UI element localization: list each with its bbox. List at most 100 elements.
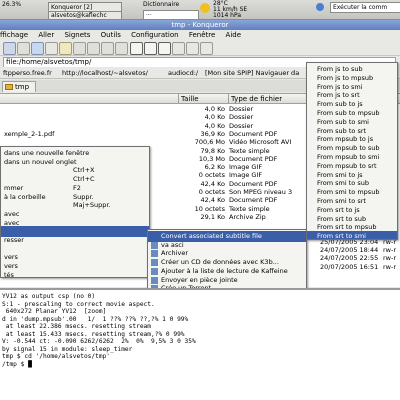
bookmark-audiocd[interactable]: audiocd:/ [168,67,198,78]
file-type: Document PDF [229,179,278,188]
bookmark-ftpperso[interactable]: ftpperso.free.fr [3,67,52,78]
terminal-line: at least 15.433 msecs. resetting stream,… [2,330,185,338]
tab-tmp[interactable]: tmp [2,81,36,92]
run-command-input[interactable]: Exécuter la comm [330,2,400,13]
dictionary-label: Dictionnaire [143,1,180,8]
file-size: 10,3 Mo [198,154,225,163]
folder-icon [5,84,13,90]
bookmark-localhost[interactable]: http://localhost/~alsvetos/ [62,67,148,78]
context-menu-item[interactable]: tés [1,270,149,278]
window-split-icon[interactable] [200,42,213,55]
terminal-line: YV12 as output csp (no 0) [2,293,96,300]
terminal-panel[interactable]: YV12 as output csp (no 0) S:1 - prescalin… [0,288,400,400]
convert-menu-label: From srt to js [317,205,360,214]
file-type: Texte simple [229,146,270,155]
menu-configuration[interactable]: Configuration [131,31,178,39]
taskbar-item-label: Konqueror [2] [51,4,93,11]
convert-menu-label: From mpsub to sub [317,144,380,153]
convert-menu-label: From js to sub [317,65,363,73]
terminal-line: d in 'dump.mpsub'.00 1/ 1 ??% ??% ??,?% … [2,315,189,323]
file-size: 10 octets [194,204,225,213]
print-icon[interactable] [115,42,128,55]
detail-view-icon[interactable] [158,42,171,55]
menu-signets[interactable]: Signets [64,31,90,39]
file-size: 42,4 Ko [200,179,225,188]
menu-fenetre[interactable]: Fenêtre [189,31,215,39]
dictionary-input[interactable]: ... [143,10,199,19]
file-size: 79,8 Ko [200,146,225,155]
convert-menu-label: From smi to srt [317,197,366,205]
window-title: tmp - Konqueror [171,21,229,29]
convert-menu-label: From js to srt [317,91,360,100]
convert-menu-label: From smi to js [317,170,363,179]
context-menu-label: tés [4,270,14,278]
menu-affichage[interactable]: ffichage [0,31,28,39]
zoom-out-icon[interactable] [186,42,199,55]
icon-view-icon[interactable] [130,42,143,55]
file-size: 4,0 Ko [204,113,225,122]
location-value: file:/home/alsvetos/tmp/ [6,58,92,66]
convert-menu-label: From srt to smi [317,232,366,240]
file-type: Dossier [229,113,254,122]
file-date: 24/07/2005 22:55 [320,254,379,263]
tab-label: tmp [15,83,30,91]
reload-icon[interactable] [45,42,58,55]
convert-menu-label: From mpsub to srt [317,161,377,170]
file-type: Dossier [229,105,254,113]
paste-icon[interactable] [101,42,114,55]
file-size: 0 octets [198,188,225,196]
zoom-in-icon[interactable] [172,42,185,55]
convert-menu-label: From srt to mpsub [317,223,377,232]
back-icon[interactable] [3,42,16,55]
convert-menu-label: From smi to sub [317,179,369,188]
window-titlebar[interactable]: tmp - Konqueror [0,20,400,30]
convert-menu-item[interactable]: From srt to smi [307,231,397,240]
bookmark-spip[interactable]: [Mon site SPIP] Navigauer da [205,67,299,78]
file-type: Document PDF [229,154,278,163]
file-type: Image GIF [229,163,263,172]
menu-outils[interactable]: Outils [101,31,121,39]
file-size: 36,9 Ko [200,129,225,138]
context-menu: dans une nouvelle fenêtre dans un nouvel … [0,146,150,278]
file-size: 0 octets [198,171,225,180]
forward-icon[interactable] [17,42,30,55]
terminal-line: /tmp $ █ [2,360,32,368]
dictionary-value: ... [146,10,152,17]
file-type: Dossier [229,121,254,130]
copy-icon[interactable] [87,42,100,55]
list-view-icon[interactable] [144,42,157,55]
file-size: 4,0 Ko [204,121,225,130]
convert-menu-label: From sub to srt [317,126,367,135]
convert-menu-label: From sub to js [317,100,363,109]
convert-menu-label: From smi to mpsub [317,188,380,197]
convert-menu-label: From mpsub to js [317,135,374,144]
menu-aide[interactable]: Aide [226,31,241,39]
file-permissions: rw-r [383,254,397,263]
file-size: 4,0 Ko [204,105,225,113]
file-type: Texte simple [229,204,270,213]
taskbar-item-user[interactable]: alsvetos@kaflechc [48,11,122,19]
convert-menu-label: From mpsub to smi [317,153,380,161]
file-name: xemple_2-1.pdf [4,129,55,138]
file-date: 20/07/2005 16:51 [320,262,379,271]
file-type: Document PDF [229,196,278,205]
convert-menu-label: From sub to mpsub [317,109,380,117]
terminal-line: V: -0.544 ct: -0.090 6262/6262 2% 0% 9,5… [2,338,196,345]
terminal-line: by signal 15 in module: sleep_timer [2,345,133,353]
toolbar [0,40,400,56]
home-icon[interactable] [59,42,72,55]
cpu-readout: 26.3% [2,1,22,8]
file-permissions: rw-r [383,246,397,255]
up-icon[interactable] [31,42,44,55]
menubar: ffichage Aller Signets Outils Configurat… [0,30,400,40]
column-size[interactable]: Taille [178,94,199,103]
file-type: Son MPEG niveau 3 [229,188,293,196]
weather-sun-icon [200,3,210,13]
menu-aller[interactable]: Aller [38,31,54,39]
terminal-line: 640x272 Planar YV12 [zoom] [2,308,107,315]
file-type: Image GIF [229,171,263,180]
column-type[interactable]: Type de fichier [228,94,282,103]
file-size: 29,1 Ko [200,212,225,221]
cut-icon[interactable] [73,42,86,55]
run-command-label: Exécuter la comm [333,4,388,11]
